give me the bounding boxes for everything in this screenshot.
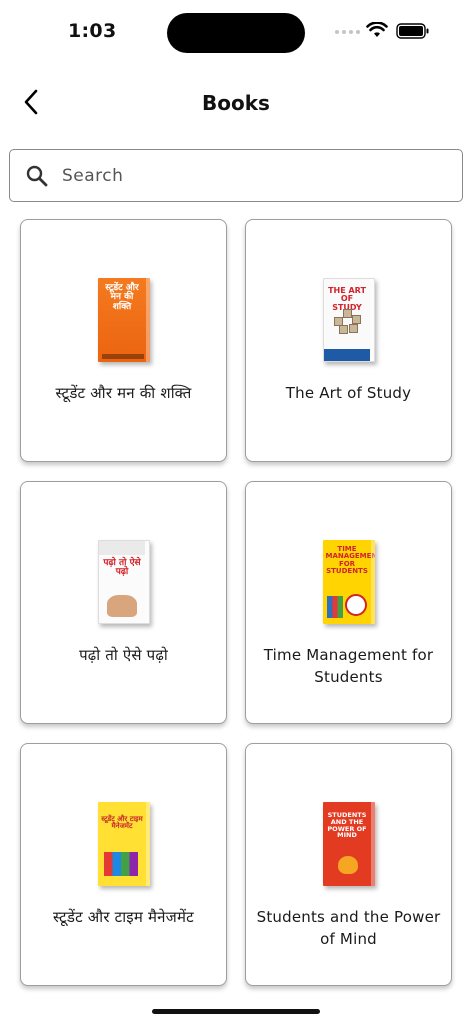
book-title: पढ़ो तो ऐसे पढ़ो (79, 646, 168, 664)
cellular-signal-icon (335, 30, 360, 34)
book-card[interactable]: स्टूडेंट और टाइम मैनेजमेंट स्टूडेंट और ट… (20, 743, 227, 986)
navigation-header: Books (0, 78, 472, 130)
book-cover: TIME MANAGEMENT FOR STUDENTS (322, 538, 375, 624)
book-card[interactable]: THE ART OF STUDY The Art of Study (245, 219, 452, 462)
book-cover: स्टूडेंट और टाइम मैनेजमेंट (97, 800, 150, 886)
book-title: स्टूडेंट और टाइम मैनेजमेंट (53, 908, 194, 926)
book-cover: STUDENTS AND THE POWER OF MIND (322, 800, 375, 886)
status-time: 1:03 (68, 20, 117, 42)
search-input[interactable] (62, 158, 442, 194)
wifi-icon (366, 21, 388, 42)
book-cover-title: पढ़ो तो ऐसे पढ़ो (103, 558, 141, 578)
book-card[interactable]: पढ़ो तो ऐसे पढ़ो पढ़ो तो ऐसे पढ़ो (20, 481, 227, 724)
book-title: Students and the Power of Mind (256, 908, 441, 948)
book-cover: पढ़ो तो ऐसे पढ़ो (97, 538, 150, 624)
book-card[interactable]: STUDENTS AND THE POWER OF MIND Students … (245, 743, 452, 986)
book-cover: THE ART OF STUDY (322, 276, 375, 362)
book-title: स्टूडेंट और मन की शक्ति (55, 384, 192, 402)
book-card[interactable]: TIME MANAGEMENT FOR STUDENTS Time Manage… (245, 481, 452, 724)
book-title: The Art of Study (285, 384, 412, 402)
book-card[interactable]: स्टूडेंट और मन की शक्ति स्टूडेंट और मन क… (20, 219, 227, 462)
book-grid: स्टूडेंट और मन की शक्ति स्टूडेंट और मन क… (20, 219, 452, 986)
book-cover: स्टूडेंट और मन की शक्ति (97, 276, 150, 362)
search-icon (25, 164, 49, 192)
search-box[interactable] (9, 149, 463, 202)
page-title: Books (202, 91, 270, 115)
dynamic-island (167, 13, 305, 53)
book-cover-title: TIME MANAGEMENT FOR STUDENTS (325, 545, 375, 576)
book-cover-title: स्टूडेंट और मन की शक्ति (105, 283, 139, 312)
status-bar: 1:03 (0, 0, 472, 62)
book-cover-title: स्टूडेंट और टाइम मैनेजमेंट (101, 815, 143, 831)
book-cover-title: STUDENTS AND THE POWER OF MIND (327, 811, 367, 840)
home-indicator[interactable] (152, 1009, 320, 1014)
book-title: Time Management for Students (263, 646, 434, 686)
battery-icon (396, 23, 430, 43)
